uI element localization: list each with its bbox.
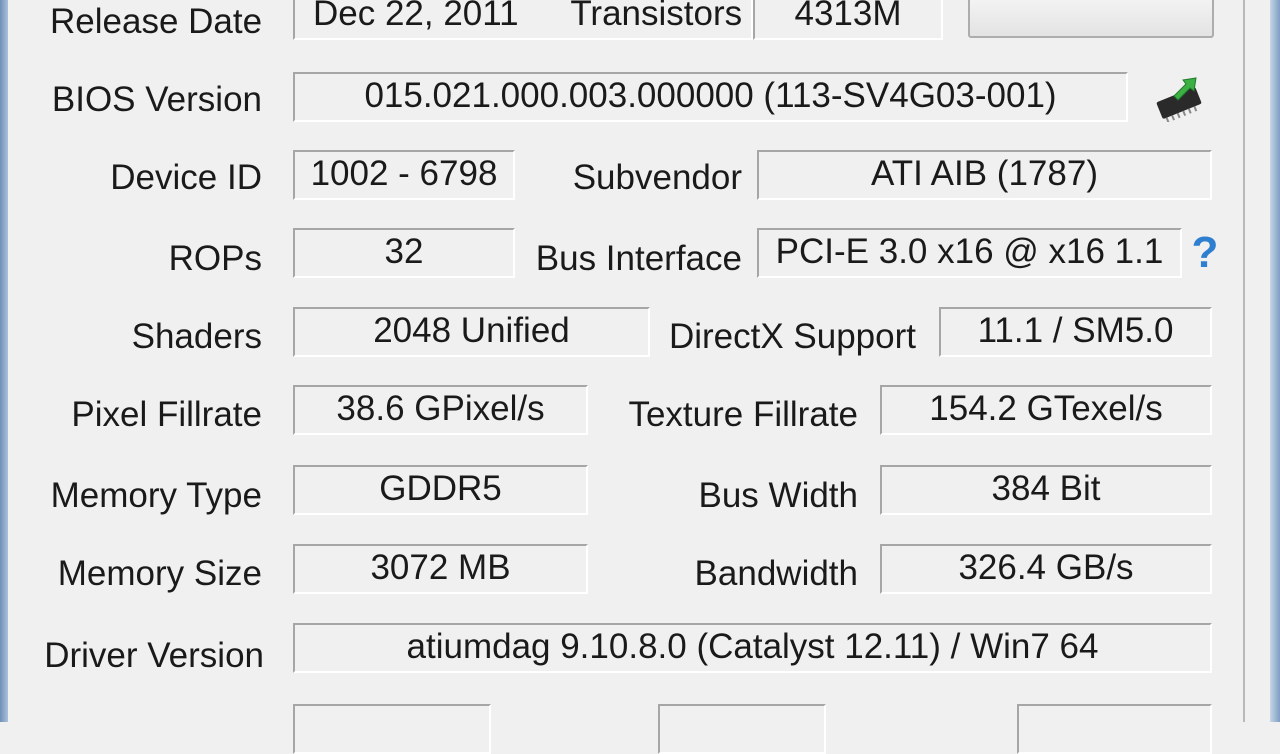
transistors-value: 4313M (753, 0, 943, 40)
bios-version-value: 015.021.000.003.000000 (113-SV4G03-001) (293, 72, 1128, 122)
transistors-label: Transistors (570, 0, 743, 33)
memory-size-value: 3072 MB (293, 544, 588, 594)
subvendor-value: ATI AIB (1787) (757, 150, 1212, 200)
help-question-icon[interactable]: ? (1188, 228, 1222, 278)
memory-size-label: Memory Size (57, 554, 262, 593)
bus-interface-value: PCI-E 3.0 x16 @ x16 1.1 (757, 228, 1182, 278)
bus-width-label: Bus Width (698, 476, 859, 515)
shaders-value: 2048 Unified (293, 307, 650, 357)
memory-type-value: GDDR5 (293, 465, 588, 515)
driver-version-value: atiumdag 9.10.8.0 (Catalyst 12.11) / Win… (293, 623, 1212, 673)
release-date-label: Release Date (50, 2, 263, 41)
bus-width-value: 384 Bit (880, 465, 1212, 515)
bandwidth-label: Bandwidth (694, 554, 858, 593)
bios-version-label: BIOS Version (51, 80, 262, 119)
window-frame-right (1270, 0, 1280, 722)
texture-fillrate-value: 154.2 GTexel/s (880, 385, 1212, 435)
release-date-value: Dec 22, 2011 (313, 0, 519, 33)
bandwidth-value: 326.4 GB/s (880, 544, 1212, 594)
lookup-button[interactable] (968, 0, 1214, 38)
device-id-label: Device ID (110, 158, 262, 197)
bios-save-chip-icon[interactable] (1150, 70, 1208, 123)
boost-clock-field (1017, 704, 1212, 754)
rops-value: 32 (293, 228, 515, 278)
subvendor-label: Subvendor (572, 158, 742, 197)
shaders-label: Shaders (131, 317, 262, 356)
directx-support-value: 11.1 / SM5.0 (939, 307, 1212, 357)
directx-support-label: DirectX Support (668, 317, 916, 356)
window-frame-left (0, 0, 8, 722)
panel-border (1243, 0, 1245, 722)
rops-label: ROPs (168, 239, 262, 278)
pixel-fillrate-label: Pixel Fillrate (71, 395, 262, 434)
gpu-clock-field (293, 704, 491, 754)
memory-type-label: Memory Type (50, 476, 262, 515)
memory-clock-field (658, 704, 826, 754)
device-id-value: 1002 - 6798 (293, 150, 515, 200)
driver-version-label: Driver Version (44, 636, 264, 675)
texture-fillrate-label: Texture Fillrate (628, 395, 858, 434)
pixel-fillrate-value: 38.6 GPixel/s (293, 385, 588, 435)
bus-interface-label: Bus Interface (535, 239, 742, 278)
release-transistors-field: Dec 22, 2011 Transistors (293, 0, 753, 40)
